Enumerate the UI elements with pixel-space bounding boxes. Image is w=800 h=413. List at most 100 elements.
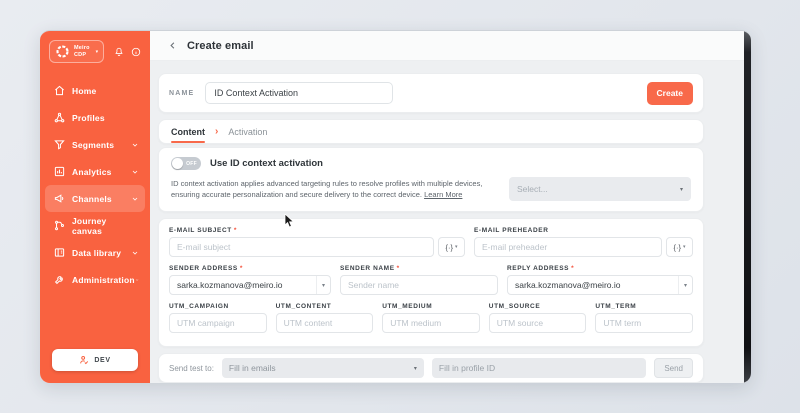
profiles-icon xyxy=(54,112,65,123)
sidebar-item-segments[interactable]: Segments xyxy=(40,131,150,158)
meiro-logo-icon xyxy=(56,45,69,58)
info-icon[interactable] xyxy=(131,47,141,57)
sidebar-item-label: Journey canvas xyxy=(72,215,107,236)
chart-icon xyxy=(54,166,65,177)
workspace-name: Meiro CDP xyxy=(74,44,90,58)
variable-icon: {·} xyxy=(445,242,453,252)
name-input[interactable] xyxy=(205,82,394,104)
tabs-bar: Content › Activation xyxy=(158,119,704,144)
id-context-toggle[interactable]: OFF xyxy=(171,157,201,170)
insert-variable-button[interactable]: {·} ▾ xyxy=(438,237,465,257)
user-check-icon xyxy=(80,355,89,365)
sender-address-select[interactable]: sarka.kozmanova@meiro.io ▾ xyxy=(169,275,331,295)
utm-term-input[interactable] xyxy=(595,313,693,333)
chevron-down-icon xyxy=(135,278,139,281)
sidebar-item-analytics[interactable]: Analytics xyxy=(40,158,150,185)
chevron-down-icon: ▾ xyxy=(95,48,99,55)
chevron-down-icon: ▾ xyxy=(683,244,686,250)
utm-term-label: UTM_TERM xyxy=(595,303,637,310)
sidebar-item-data-library[interactable]: Data library xyxy=(40,239,150,266)
workspace-switcher[interactable]: Meiro CDP ▾ xyxy=(49,40,105,63)
chevron-down-icon: ▾ xyxy=(455,244,458,250)
sidebar: Meiro CDP ▾ Home Profiles Segments Analy… xyxy=(40,31,150,383)
reply-address-value: sarka.kozmanova@meiro.io xyxy=(515,280,621,290)
utm-content-label: UTM_CONTENT xyxy=(275,303,332,310)
sender-name-input[interactable] xyxy=(340,275,498,295)
bell-icon[interactable] xyxy=(114,47,124,57)
learn-more-link[interactable]: Learn More xyxy=(424,190,462,199)
utm-medium-input[interactable] xyxy=(382,313,480,333)
chevron-down-icon xyxy=(132,197,138,201)
home-icon xyxy=(54,85,65,96)
chevron-down-icon: ▾ xyxy=(315,276,330,294)
subject-label: E-MAIL SUBJECT * xyxy=(169,227,237,234)
emails-placeholder: Fill in emails xyxy=(228,363,276,373)
reply-address-label: REPLY ADDRESS * xyxy=(507,265,575,272)
sidebar-item-label: Channels xyxy=(72,193,112,204)
send-test-emails-select[interactable]: Fill in emails ▾ xyxy=(221,358,424,378)
funnel-icon xyxy=(54,139,65,150)
required-mark: * xyxy=(396,265,400,272)
sidebar-item-channels[interactable]: Channels xyxy=(45,185,145,212)
required-mark: * xyxy=(239,265,243,272)
sidebar-item-label: Segments xyxy=(72,139,115,150)
sidebar-header: Meiro CDP ▾ xyxy=(49,40,141,63)
chevron-down-icon xyxy=(132,170,138,174)
name-label: NAME xyxy=(169,89,195,97)
library-icon xyxy=(54,247,65,258)
sidebar-item-label: Administration xyxy=(72,274,135,285)
id-context-title: Use ID context activation xyxy=(210,158,323,169)
wrench-icon xyxy=(54,274,65,285)
insert-variable-button[interactable]: {·} ▾ xyxy=(666,237,693,257)
app-window: Meiro CDP ▾ Home Profiles Segments Analy… xyxy=(40,30,751,383)
email-form-card: E-MAIL SUBJECT* {·}▾ E-MAIL PREHEADER {·… xyxy=(158,218,704,347)
utm-campaign-input[interactable] xyxy=(169,313,267,333)
sidebar-item-administration[interactable]: Administration xyxy=(40,266,150,293)
toggle-state-label: OFF xyxy=(186,160,197,167)
id-context-description: ID context activation applies advanced t… xyxy=(171,178,505,201)
utm-source-input[interactable] xyxy=(488,313,587,333)
tab-separator-icon: › xyxy=(215,126,219,137)
id-context-card: OFF Use ID context activation ID context… xyxy=(158,147,704,212)
utm-medium-label: UTM_MEDIUM xyxy=(382,303,433,310)
chevron-down-icon: ▾ xyxy=(679,186,683,193)
profile-id-input[interactable] xyxy=(431,358,646,378)
preheader-input[interactable] xyxy=(474,237,662,257)
dev-user-button[interactable]: DEV xyxy=(52,349,138,371)
name-card: NAME Create xyxy=(158,73,704,113)
tab-activation[interactable]: Activation xyxy=(228,120,267,143)
sidebar-item-label: Home xyxy=(72,85,97,96)
sidebar-item-home[interactable]: Home xyxy=(40,77,150,104)
preheader-label: E-MAIL PREHEADER xyxy=(474,227,549,234)
sidebar-item-label: Data library xyxy=(72,247,122,258)
tab-content[interactable]: Content xyxy=(171,120,205,143)
send-button[interactable]: Send xyxy=(654,358,693,378)
utm-campaign-label: UTM_CAMPAIGN xyxy=(169,303,229,310)
chevron-down-icon: ▾ xyxy=(413,365,417,372)
page-content: NAME Create Content › Activation OFF Use… xyxy=(150,61,751,383)
utm-content-input[interactable] xyxy=(275,313,374,333)
page-header: Create email xyxy=(150,31,751,61)
utm-source-label: UTM_SOURCE xyxy=(488,303,541,310)
sender-address-value: sarka.kozmanova@meiro.io xyxy=(177,280,283,290)
mouse-cursor xyxy=(284,214,295,228)
journey-icon xyxy=(54,220,65,231)
page-title: Create email xyxy=(187,39,254,52)
sidebar-item-profiles[interactable]: Profiles xyxy=(40,104,150,131)
sidebar-item-label: Analytics xyxy=(72,166,112,177)
sidebar-item-journey-canvas[interactable]: Journey canvas xyxy=(40,212,150,239)
id-context-select[interactable]: Select... ▾ xyxy=(509,177,691,201)
subject-input[interactable] xyxy=(169,237,434,257)
sender-name-label: SENDER NAME * xyxy=(340,265,400,272)
reply-address-select[interactable]: sarka.kozmanova@meiro.io ▾ xyxy=(507,275,693,295)
back-icon[interactable] xyxy=(167,40,178,51)
send-test-card: Send test to: Fill in emails ▾ Send xyxy=(158,353,704,383)
create-button[interactable]: Create xyxy=(646,81,693,105)
sender-address-label: SENDER ADDRESS * xyxy=(169,265,243,272)
variable-icon: {·} xyxy=(673,242,681,252)
chevron-down-icon: ▾ xyxy=(677,276,692,294)
select-placeholder: Select... xyxy=(517,184,548,194)
sidebar-item-label: Profiles xyxy=(72,112,105,123)
window-right-edge xyxy=(744,31,751,383)
dev-label: DEV xyxy=(94,356,111,364)
